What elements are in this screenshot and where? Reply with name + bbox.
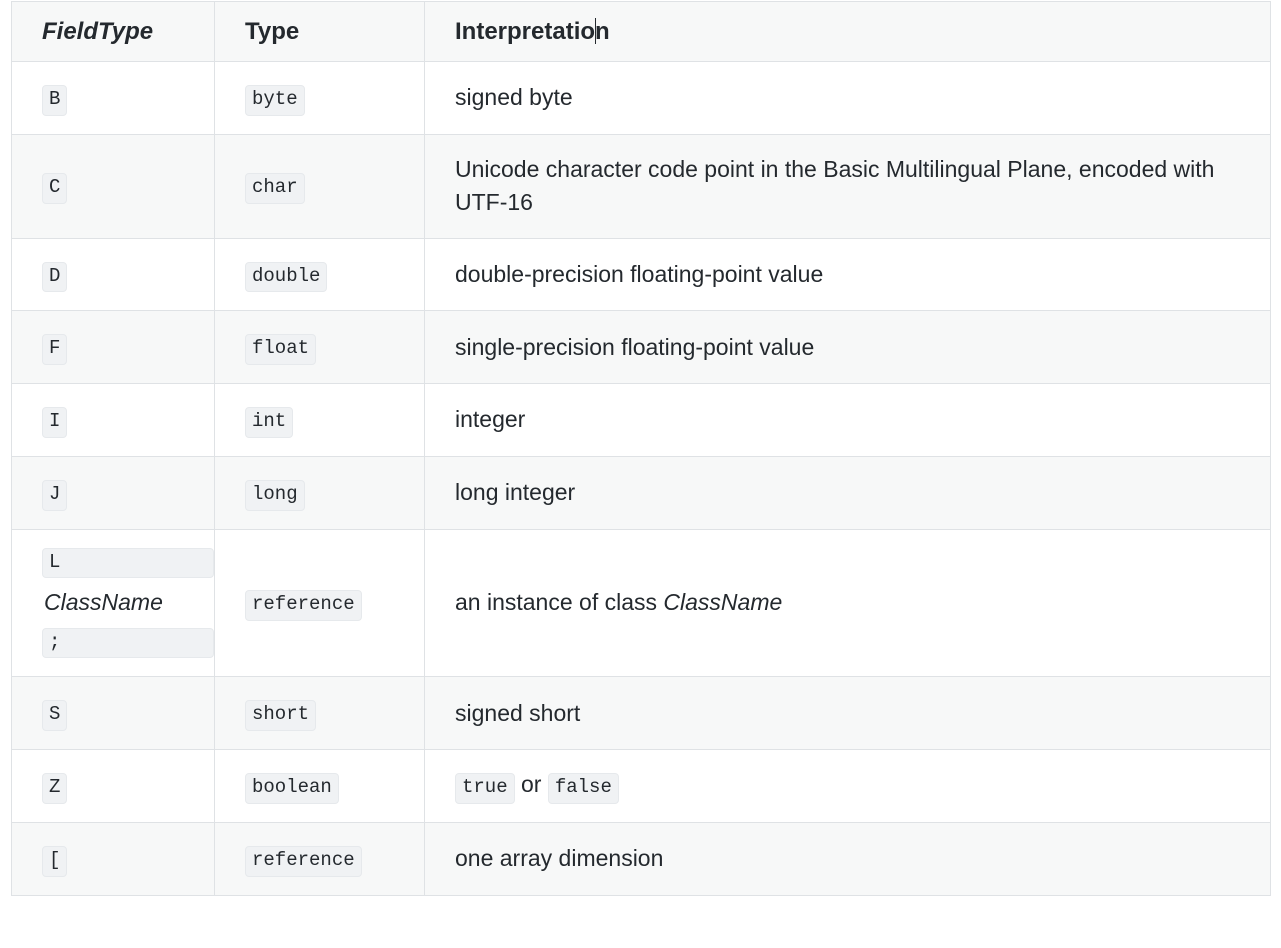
cell-interpretation: signed short: [424, 676, 1271, 751]
fieldtype-classname-placeholder: ClassName: [44, 589, 163, 616]
fieldtype-code-badge: B: [42, 85, 68, 116]
fieldtype-code-badge: D: [42, 261, 68, 293]
fieldtype-code-badge: C: [42, 173, 68, 205]
cell-interpretation: Unicode character code point in the Basi…: [424, 133, 1271, 239]
cell-fieldtype: D: [11, 237, 215, 312]
column-header-fieldtype: FieldType: [11, 0, 215, 63]
interpretation-classname-placeholder: ClassName: [663, 589, 783, 616]
column-header-interpretation-text-before-caret: Interpretatio: [455, 18, 596, 45]
column-header-type: Type: [214, 0, 425, 63]
table-row: Z boolean true or false: [11, 749, 1271, 823]
fieldtype-code-badge: Z: [42, 773, 68, 804]
cell-type: reference: [214, 821, 425, 896]
fieldtype-code-badge: [: [42, 845, 68, 877]
interpretation-text: an instance of class: [455, 589, 664, 616]
type-code-badge: int: [245, 407, 294, 438]
cell-type: int: [214, 383, 425, 457]
type-code-badge: float: [245, 334, 317, 366]
cell-fieldtype: F: [11, 310, 215, 385]
cell-type: long: [214, 455, 425, 530]
table-row: C char Unicode character code point in t…: [11, 133, 1271, 239]
cell-fieldtype: I: [11, 383, 215, 457]
cell-interpretation: signed byte: [424, 61, 1271, 135]
interpretation-false-code-badge: false: [547, 773, 619, 804]
cell-fieldtype: C: [11, 133, 215, 239]
cell-interpretation: integer: [424, 383, 1271, 457]
cell-fieldtype: B: [11, 61, 215, 135]
cell-interpretation: one array dimension: [424, 821, 1271, 896]
table-row: L ClassName ; reference an instance of c…: [11, 528, 1271, 678]
column-header-interpretation: Interpretation: [424, 0, 1271, 63]
cell-interpretation: an instance of class ClassName: [424, 528, 1271, 678]
type-code-badge: boolean: [245, 773, 339, 804]
cell-fieldtype: [: [11, 821, 215, 896]
table-row: I int integer: [11, 383, 1271, 457]
cell-fieldtype: Z: [11, 749, 215, 823]
type-code-badge: reference: [245, 590, 362, 621]
cell-type: float: [214, 310, 425, 385]
type-code-badge: long: [245, 479, 305, 511]
fieldtype-terminator-code-badge: ;: [42, 627, 214, 659]
type-code-badge: short: [245, 700, 317, 732]
table-row: B byte signed byte: [11, 61, 1271, 135]
type-code-badge: byte: [245, 85, 305, 116]
cell-interpretation: double-precision floating-point value: [424, 237, 1271, 312]
type-code-badge: reference: [245, 845, 362, 877]
table-body: B byte signed byte C char Unicode charac…: [11, 61, 1271, 896]
cell-type: double: [214, 237, 425, 312]
fieldtype-code-badge: F: [42, 334, 68, 366]
cell-interpretation: single-precision floating-point value: [424, 310, 1271, 385]
cell-fieldtype: S: [11, 676, 215, 751]
fieldtype-code-badge: S: [42, 700, 68, 732]
fieldtype-code-badge: J: [42, 479, 68, 511]
table-row: J long long integer: [11, 455, 1271, 530]
table-row: S short signed short: [11, 676, 1271, 751]
fieldtype-table-container: FieldType Type Interpretation B byte sig…: [11, 0, 1271, 896]
cell-fieldtype: L ClassName ;: [11, 528, 215, 678]
fieldtype-code-badge: I: [42, 407, 68, 438]
cell-type: short: [214, 676, 425, 751]
table-row: [ reference one array dimension: [11, 821, 1271, 896]
cell-type: reference: [214, 528, 425, 678]
interpretation-true-code-badge: true: [455, 773, 515, 804]
cell-type: boolean: [214, 749, 425, 823]
fieldtype-table: FieldType Type Interpretation B byte sig…: [11, 0, 1271, 896]
table-row: D double double-precision floating-point…: [11, 237, 1271, 312]
cell-type: byte: [214, 61, 425, 135]
interpretation-conjunction: or: [514, 771, 548, 798]
fieldtype-code-badge: L: [42, 547, 214, 579]
cell-type: char: [214, 133, 425, 239]
cell-interpretation: true or false: [424, 749, 1271, 823]
table-header: FieldType Type Interpretation: [11, 0, 1271, 63]
column-header-interpretation-text-after-caret: n: [595, 18, 610, 45]
table-row: F float single-precision floating-point …: [11, 310, 1271, 385]
header-row: FieldType Type Interpretation: [11, 0, 1271, 63]
type-code-badge: double: [245, 261, 328, 293]
type-code-badge: char: [245, 173, 305, 205]
cell-fieldtype: J: [11, 455, 215, 530]
cell-interpretation: long integer: [424, 455, 1271, 530]
